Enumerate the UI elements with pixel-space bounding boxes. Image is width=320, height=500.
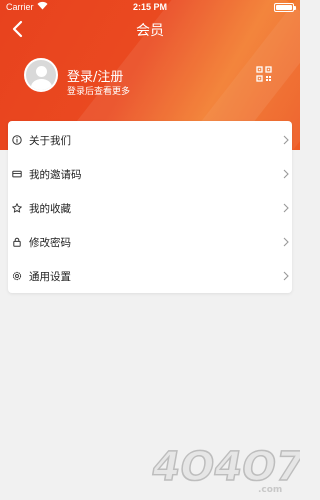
menu-item-change-password[interactable]: 修改密码 bbox=[8, 225, 292, 259]
svg-text:4O4O7: 4O4O7 bbox=[148, 443, 300, 490]
page-title: 会员 bbox=[136, 23, 164, 39]
menu-item-favorites[interactable]: 我的收藏 bbox=[8, 191, 292, 225]
gear-icon bbox=[12, 271, 22, 281]
chevron-right-icon bbox=[283, 135, 289, 145]
star-icon bbox=[12, 203, 22, 213]
menu-item-label: 我的收藏 bbox=[29, 202, 71, 215]
qr-code-button[interactable] bbox=[256, 66, 272, 82]
chevron-right-icon bbox=[283, 237, 289, 247]
status-time: 2:15 PM bbox=[132, 2, 167, 12]
info-icon bbox=[12, 135, 22, 145]
watermark-logo: 4O4O7 .com bbox=[140, 412, 309, 500]
menu-item-label: 关于我们 bbox=[29, 134, 71, 147]
chevron-right-icon bbox=[283, 271, 289, 281]
qr-code-icon bbox=[256, 66, 272, 82]
login-register-link[interactable]: 登录/注册 bbox=[67, 66, 123, 85]
menu-item-label: 修改密码 bbox=[29, 236, 71, 249]
menu-item-invite-code[interactable]: 我的邀请码 bbox=[8, 157, 292, 191]
svg-text:.com: .com bbox=[258, 485, 282, 495]
chevron-right-icon bbox=[283, 203, 289, 213]
lock-icon bbox=[13, 237, 21, 247]
ticket-icon bbox=[12, 170, 22, 178]
menu-item-general-settings[interactable]: 通用设置 bbox=[8, 259, 292, 293]
menu-item-about-us[interactable]: 关于我们 bbox=[8, 123, 292, 157]
battery-icon bbox=[274, 3, 296, 12]
status-bar: Carrier 2:15 PM bbox=[0, 0, 300, 16]
menu-item-label: 通用设置 bbox=[29, 270, 71, 283]
avatar[interactable] bbox=[24, 58, 58, 92]
chevron-right-icon bbox=[283, 169, 289, 179]
settings-menu: 关于我们 我的邀请码 我的收藏 修改密码 通用设置 bbox=[8, 121, 292, 293]
login-hint: 登录后查看更多 bbox=[67, 87, 131, 97]
menu-item-label: 我的邀请码 bbox=[29, 168, 82, 181]
